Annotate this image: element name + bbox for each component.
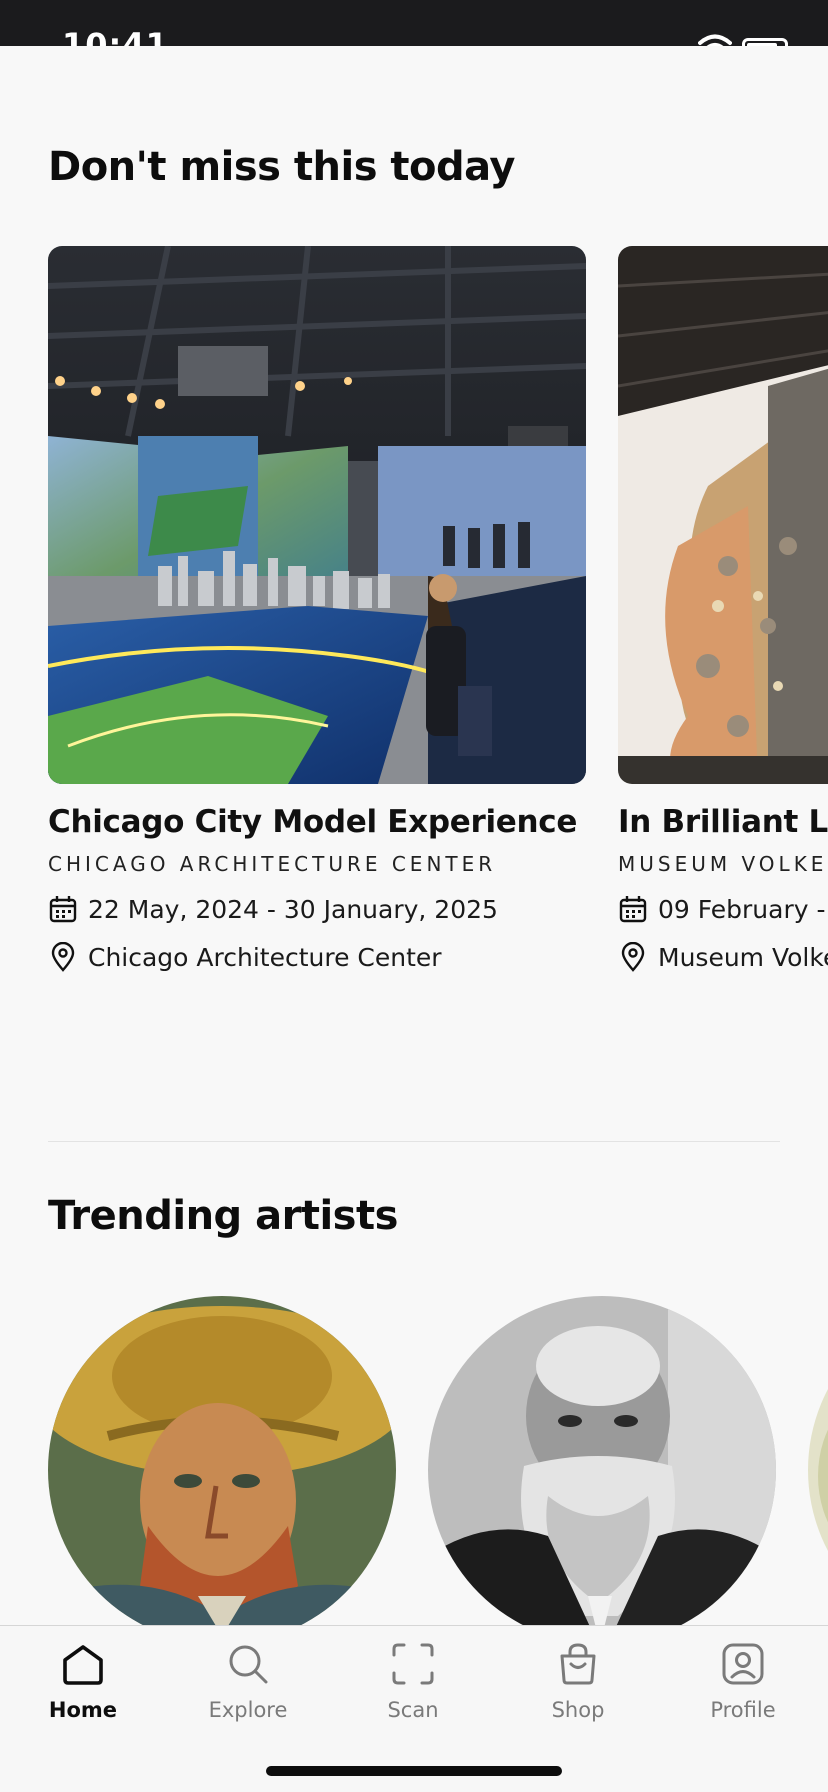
home-indicator	[266, 1766, 562, 1776]
tab-explore-label: Explore	[208, 1698, 288, 1722]
event-location-text: Museum Volke	[658, 942, 828, 972]
event-dates-text: 22 May, 2024 - 30 January, 2025	[88, 894, 498, 924]
third-artist-portrait[interactable]	[808, 1296, 828, 1626]
event-venue: CHICAGO ARCHITECTURE CENTER	[48, 852, 497, 876]
tab-shop-label: Shop	[551, 1698, 605, 1722]
event-dates: 22 May, 2024 - 30 January, 2025	[48, 894, 586, 924]
location-pin-icon	[621, 942, 645, 972]
event-dates: 09 February -	[618, 894, 828, 924]
section-divider	[48, 1141, 780, 1142]
battery-icon	[742, 38, 788, 46]
brilliant-light-photo[interactable]	[618, 246, 828, 784]
tab-home-label: Home	[48, 1698, 118, 1722]
event-card[interactable]: Chicago City Model Experience CHICAGO AR…	[48, 246, 586, 972]
scan-icon	[392, 1643, 434, 1685]
van-gogh-portrait[interactable]	[48, 1296, 396, 1626]
profile-icon	[722, 1643, 764, 1685]
event-location: Museum Volke	[618, 942, 828, 972]
tab-scan-label: Scan	[387, 1698, 439, 1722]
event-venue: MUSEUM VOLKENK	[618, 852, 828, 876]
tab-home[interactable]: Home	[18, 1640, 148, 1722]
home-content[interactable]: Don't miss this today Chicago City Model…	[0, 46, 828, 1626]
event-title: In Brilliant Lig	[618, 804, 828, 840]
featured-carousel[interactable]: Chicago City Model Experience CHICAGO AR…	[48, 246, 828, 1046]
event-title: Chicago City Model Experience	[48, 804, 578, 840]
monet-portrait[interactable]	[428, 1296, 776, 1626]
tab-profile-label: Profile	[710, 1698, 776, 1722]
location-pin-icon	[51, 942, 75, 972]
tab-scan[interactable]: Scan	[348, 1640, 478, 1722]
calendar-icon	[49, 896, 77, 923]
trending-section-title: Trending artists	[48, 1193, 398, 1239]
trending-artists-carousel[interactable]	[48, 1296, 828, 1626]
event-dates-text: 09 February -	[658, 894, 826, 924]
tab-shop[interactable]: Shop	[513, 1640, 643, 1722]
featured-section-title: Don't miss this today	[48, 144, 516, 190]
tab-profile[interactable]: Profile	[678, 1640, 808, 1722]
shopping-bag-icon	[560, 1643, 596, 1685]
event-card[interactable]: In Brilliant Lig MUSEUM VOLKENK 09 Febru…	[618, 246, 828, 972]
chicago-city-model-photo[interactable]	[48, 246, 586, 784]
status-bar: 10:41	[0, 0, 828, 46]
status-time: 10:41	[62, 26, 169, 46]
search-icon	[229, 1645, 268, 1684]
wifi-icon	[698, 34, 732, 46]
event-location-text: Chicago Architecture Center	[88, 942, 442, 972]
calendar-icon	[619, 896, 647, 923]
tab-explore[interactable]: Explore	[183, 1640, 313, 1722]
home-icon	[63, 1645, 103, 1685]
event-location: Chicago Architecture Center	[48, 942, 586, 972]
